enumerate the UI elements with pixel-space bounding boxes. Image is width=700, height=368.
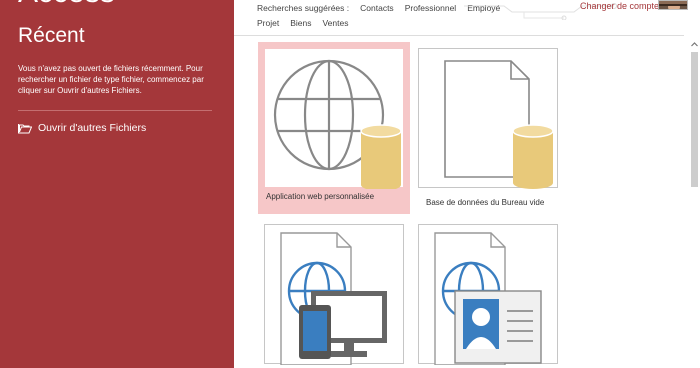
no-recent-files-text: Vous n'avez pas ouvert de fichiers récem… bbox=[18, 64, 204, 95]
template-label: Application web personnalisée bbox=[266, 192, 375, 201]
suggestion-contacts[interactable]: Contacts bbox=[360, 3, 394, 15]
database-cylinder-icon bbox=[512, 124, 554, 189]
template-thumbnail bbox=[264, 48, 404, 191]
web-app-devices-icon bbox=[280, 232, 387, 366]
main-area: Recherches suggérées : Contacts Professi… bbox=[234, 0, 700, 368]
contacts-web-app-icon bbox=[434, 232, 542, 366]
suggestion-projet[interactable]: Projet bbox=[257, 18, 279, 30]
scrollbar-thumb[interactable] bbox=[691, 52, 698, 187]
divider bbox=[18, 110, 212, 111]
suggestion-ventes[interactable]: Ventes bbox=[322, 18, 348, 30]
template-thumbnail bbox=[264, 224, 404, 366]
template-thumbnail bbox=[418, 48, 558, 189]
suggested-searches-label: Recherches suggérées : bbox=[257, 3, 350, 13]
template-thumbnail bbox=[418, 224, 558, 366]
blank-document-icon bbox=[444, 60, 554, 189]
folder-open-icon bbox=[18, 124, 32, 134]
header-separator bbox=[234, 35, 684, 36]
open-other-files-button[interactable]: Ouvrir d'autres Fichiers bbox=[18, 121, 146, 135]
scroll-up-arrow-icon[interactable] bbox=[690, 40, 699, 49]
switch-account-link[interactable]: Changer de compte bbox=[580, 1, 659, 11]
template-label: Base de données du Bureau vide bbox=[426, 198, 545, 207]
recent-heading: Récent bbox=[18, 24, 85, 47]
template-custom-web-app[interactable]: Application web personnalisée bbox=[258, 42, 410, 214]
suggestion-professionnel[interactable]: Professionnel bbox=[405, 3, 457, 15]
web-app-icon bbox=[273, 59, 402, 191]
suggestion-biens[interactable]: Biens bbox=[290, 18, 311, 30]
access-start-screen: Access Récent Vous n'avez pas ouvert de … bbox=[0, 0, 700, 368]
app-name: Access bbox=[18, 0, 115, 8]
suggested-searches-row2: Projet Biens Ventes bbox=[257, 18, 359, 30]
left-panel: Access Récent Vous n'avez pas ouvert de … bbox=[0, 0, 234, 368]
database-cylinder-icon bbox=[360, 124, 402, 191]
user-avatar[interactable] bbox=[658, 0, 688, 10]
open-other-files-label: Ouvrir d'autres Fichiers bbox=[38, 122, 147, 134]
